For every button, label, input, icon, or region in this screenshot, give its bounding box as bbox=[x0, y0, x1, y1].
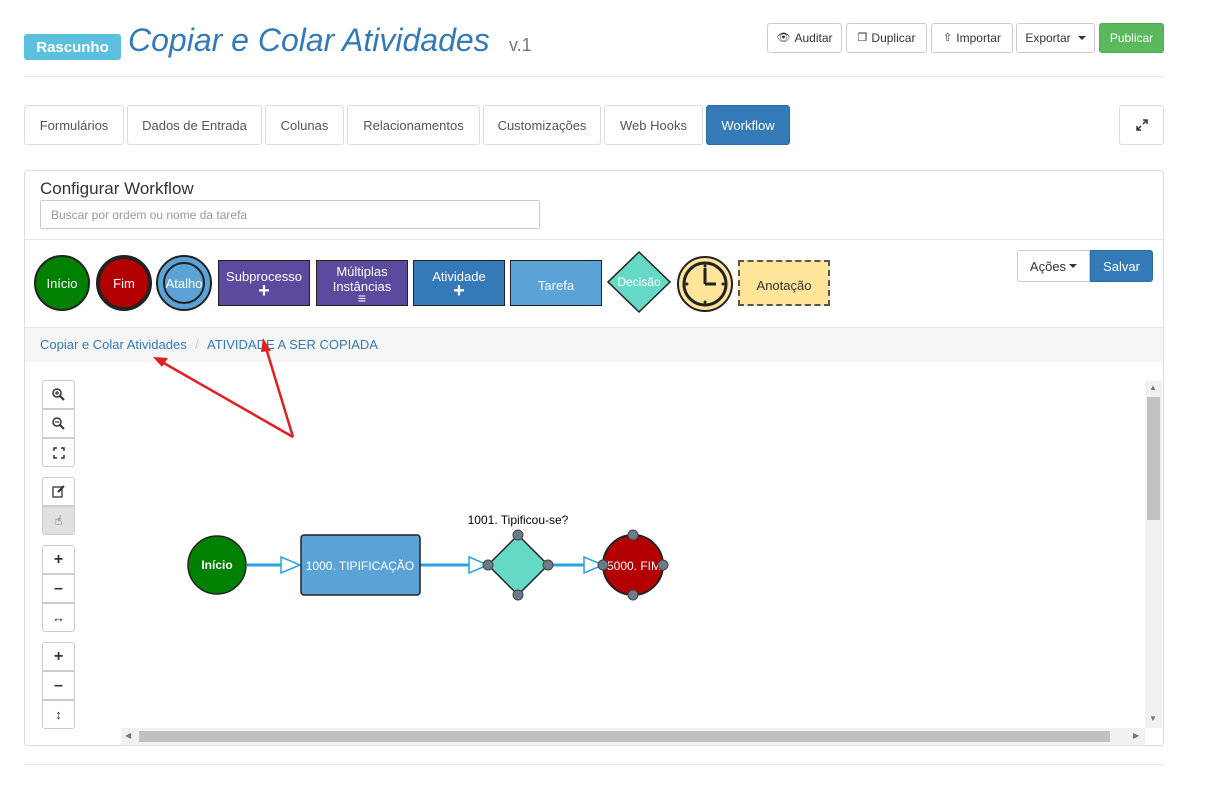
breadcrumb-separator: / bbox=[195, 337, 199, 352]
panel-title: Configurar Workflow bbox=[40, 179, 194, 198]
duplicate-label: Duplicar bbox=[871, 31, 916, 45]
status-badge: Rascunho bbox=[24, 34, 121, 60]
palette-end-label: Fim bbox=[113, 275, 135, 291]
import-label: Importar bbox=[956, 31, 1001, 45]
fullscreen-button[interactable] bbox=[1119, 105, 1164, 145]
clock-tick bbox=[703, 300, 707, 304]
save-button[interactable]: Salvar bbox=[1090, 250, 1153, 282]
task-search-input[interactable] bbox=[40, 200, 540, 229]
vertical-scroll-thumb[interactable] bbox=[1147, 397, 1160, 520]
zoom-in-button[interactable] bbox=[42, 380, 75, 409]
palette-multi-instance[interactable]: Múltiplas Instâncias ≡ bbox=[316, 260, 408, 306]
breadcrumb-item-current[interactable]: ATIVIDADE A SER COPIADA bbox=[207, 337, 378, 352]
remove-vertical-space-button[interactable]: – bbox=[42, 671, 75, 700]
remove-horizontal-space-button[interactable]: – bbox=[42, 574, 75, 603]
fit-screen-icon bbox=[52, 446, 65, 459]
palette-start-label: Início bbox=[46, 275, 78, 291]
export-label: Exportar bbox=[1025, 31, 1071, 45]
fit-to-screen-button[interactable] bbox=[42, 438, 75, 467]
vertical-spacing-button[interactable]: ↕ bbox=[42, 700, 75, 729]
duplicate-button[interactable]: ❐ Duplicar bbox=[846, 23, 927, 53]
tab-formularios[interactable]: Formulários bbox=[24, 105, 124, 145]
parallel-lines-icon: ≡ bbox=[357, 290, 367, 306]
tab-customizacoes[interactable]: Customizações bbox=[483, 105, 601, 145]
palette-decision-label: Decisão bbox=[617, 275, 661, 289]
eye-icon: 👁 bbox=[776, 31, 791, 44]
palette-task-label: Tarefa bbox=[537, 277, 575, 293]
add-horizontal-space-button[interactable]: + bbox=[42, 545, 75, 574]
pan-mode-button[interactable]: ☝ bbox=[42, 506, 75, 535]
caret-down-icon bbox=[1069, 264, 1078, 268]
add-vertical-space-button[interactable]: + bbox=[42, 642, 75, 671]
zoom-out-icon bbox=[52, 417, 65, 430]
import-button[interactable]: ⇧ Importar bbox=[931, 23, 1013, 53]
palette-shortcut-label: Atalho bbox=[165, 275, 203, 291]
horizontal-scroll-thumb[interactable] bbox=[139, 731, 1110, 742]
tab-web-hooks[interactable]: Web Hooks bbox=[604, 105, 703, 145]
header-divider bbox=[24, 76, 1164, 77]
tab-workflow[interactable]: Workflow bbox=[706, 105, 790, 145]
publish-button[interactable]: Publicar bbox=[1099, 23, 1164, 53]
palette-activity[interactable]: Atividade + bbox=[413, 260, 505, 306]
minus-icon: – bbox=[54, 579, 63, 597]
palette-decision[interactable]: Decisão bbox=[606, 250, 672, 314]
footer-divider bbox=[24, 764, 1164, 765]
export-dropdown-button[interactable]: Exportar bbox=[1016, 23, 1095, 53]
actions-dropdown-button[interactable]: Ações bbox=[1017, 250, 1090, 282]
edit-mode-button[interactable] bbox=[42, 477, 75, 506]
clock-tick bbox=[703, 264, 707, 268]
palette-multi-label-1: Múltiplas bbox=[336, 264, 388, 279]
arrows-horizontal-icon: ↔ bbox=[52, 610, 65, 625]
page-title: Copiar e Colar Atividades bbox=[128, 22, 490, 58]
copy-icon: ❐ bbox=[857, 31, 868, 44]
upload-icon: ⇧ bbox=[943, 31, 953, 44]
minus-icon: – bbox=[54, 676, 63, 694]
scroll-down-icon[interactable]: ▼ bbox=[1149, 714, 1157, 723]
palette-start-event[interactable]: Início bbox=[34, 255, 90, 311]
palette-task[interactable]: Tarefa bbox=[510, 260, 602, 306]
expand-icon bbox=[1135, 119, 1148, 131]
save-label: Salvar bbox=[1103, 258, 1140, 274]
caret-down-icon bbox=[1077, 36, 1086, 40]
panel-divider bbox=[25, 239, 1163, 240]
actions-label: Ações bbox=[1029, 258, 1067, 274]
version-label: v.1 bbox=[509, 35, 532, 55]
plus-icon: + bbox=[53, 647, 64, 665]
tab-relacionamentos[interactable]: Relacionamentos bbox=[347, 105, 480, 145]
clock-tick bbox=[685, 282, 689, 286]
horizontal-spacing-button[interactable]: ↔ bbox=[42, 603, 75, 632]
edit-icon bbox=[52, 485, 65, 498]
palette-timer[interactable] bbox=[676, 255, 734, 313]
plus-icon: + bbox=[53, 550, 64, 568]
plus-icon: + bbox=[258, 279, 270, 302]
audit-button[interactable]: 👁 Auditar bbox=[767, 23, 842, 53]
tab-dados-de-entrada[interactable]: Dados de Entrada bbox=[127, 105, 262, 145]
zoom-in-icon bbox=[52, 388, 65, 401]
hand-pointer-icon: ☝ bbox=[54, 512, 63, 528]
scroll-left-icon[interactable]: ◀ bbox=[125, 731, 131, 740]
arrows-vertical-icon: ↕ bbox=[55, 707, 62, 722]
palette-annotation-label: Anotação bbox=[756, 277, 812, 293]
palette-shortcut-event[interactable]: Atalho bbox=[156, 255, 212, 311]
scroll-up-icon[interactable]: ▲ bbox=[1149, 383, 1157, 392]
palette-annotation[interactable]: Anotação bbox=[738, 260, 830, 306]
scroll-right-icon[interactable]: ▶ bbox=[1133, 731, 1139, 740]
breadcrumb-item-root[interactable]: Copiar e Colar Atividades bbox=[40, 337, 187, 352]
palette-subprocess[interactable]: Subprocesso + bbox=[218, 260, 310, 306]
clock-tick bbox=[721, 282, 725, 286]
tab-colunas[interactable]: Colunas bbox=[265, 105, 344, 145]
zoom-out-button[interactable] bbox=[42, 409, 75, 438]
plus-icon: + bbox=[453, 279, 465, 302]
palette-end-event[interactable]: Fim bbox=[96, 255, 152, 311]
publish-label: Publicar bbox=[1109, 31, 1154, 45]
audit-label: Auditar bbox=[794, 31, 833, 45]
